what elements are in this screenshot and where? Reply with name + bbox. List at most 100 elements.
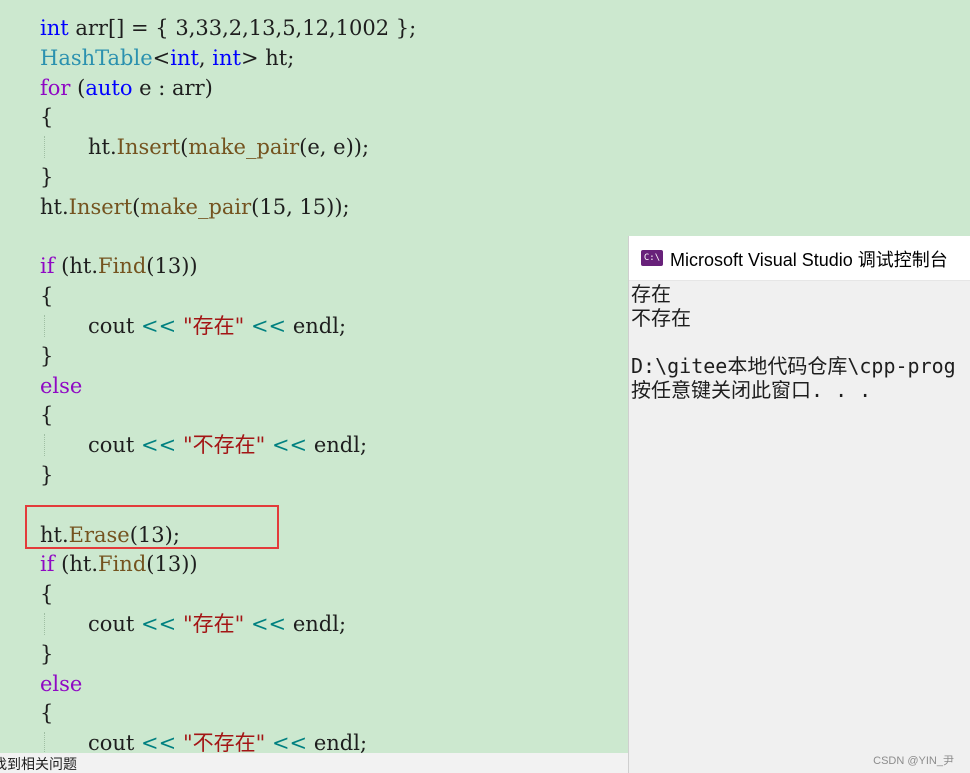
watermark: CSDN @YIN_尹 [873,755,954,767]
code-token: } [40,463,54,487]
code-token: for [40,75,71,100]
code-token: Find [98,552,147,577]
code-line[interactable]: { [40,579,53,609]
code-token: << [250,314,287,338]
code-token: else [40,373,83,398]
code-token: < [152,45,171,70]
code-line[interactable]: } [40,639,53,669]
console-line: D:\gitee本地代码仓库\cpp-prog [631,354,956,378]
code-token: (15, 15)); [251,194,350,219]
code-token: { [40,403,54,428]
code-token: endl; [307,731,368,753]
code-line[interactable]: else [40,669,82,699]
code-line[interactable]: cout << "不存在" << endl; [40,728,367,753]
console-output[interactable]: 存在 不存在 D:\gitee本地代码仓库\cpp-prog 按任意键关闭此窗口. .… [631,282,970,402]
code-line[interactable]: } [40,162,53,192]
code-line[interactable]: cout << "存在" << endl; [40,311,346,341]
code-token: auto [85,75,133,100]
console-line: 不存在 [631,306,691,330]
code-token: (13)) [146,552,198,577]
code-token: "不存在" [182,731,266,753]
code-line[interactable]: if (ht.Find(13)) [40,549,198,579]
code-line[interactable]: else [40,371,82,401]
code-line[interactable]: cout << "不存在" << endl; [40,430,367,460]
code-line[interactable]: HashTable<int, int> ht; [40,43,294,73]
code-token: (ht. [54,254,99,279]
code-line[interactable]: ht.Insert(make_pair(15, 15)); [40,192,350,222]
code-line[interactable]: for (auto e : arr) [40,73,213,103]
code-token: ht. [40,194,69,219]
debug-console-window[interactable]: C:\ Microsoft Visual Studio 调试控制台 存在 不存在 D… [628,236,970,773]
code-token: { [40,582,54,607]
code-line[interactable]: if (ht.Find(13)) [40,251,198,281]
code-token: int [170,45,199,70]
code-token: HashTable [40,45,153,70]
code-token: if [40,254,55,279]
indent-guide [44,613,45,635]
console-app-icon: C:\ [641,250,663,266]
console-title: Microsoft Visual Studio 调试控制台 [670,250,948,270]
code-line[interactable]: int arr[] = { 3,33,2,13,5,12,1002 }; [40,13,416,43]
code-token: ( [70,75,86,100]
code-token: << [141,612,177,636]
code-token: "存在" [182,314,245,338]
code-token: Insert [68,194,133,219]
code-line[interactable]: { [40,281,53,311]
code-token: << [271,731,308,753]
code-token: << [141,731,177,753]
code-token: make_pair [140,194,252,219]
code-line[interactable]: } [40,460,53,490]
code-token: } [40,343,54,368]
code-token: "存在" [182,612,245,636]
code-token: } [40,165,54,189]
code-token: endl; [307,433,368,458]
code-token: << [141,433,177,458]
code-token: } [40,641,54,666]
indent-guide [44,732,45,753]
code-token: "不存在" [182,433,266,458]
code-token: { [40,105,54,130]
code-line[interactable]: } [40,341,53,371]
code-token: << [250,612,287,636]
code-token: cout [88,314,142,338]
code-token: int [212,45,241,70]
code-line[interactable]: { [40,698,53,728]
indent-guide [44,136,45,158]
status-text: 找到相关问题 [0,756,77,772]
code-line[interactable]: { [40,102,53,132]
code-token: { [40,284,54,309]
code-token: arr[] = { 3,33,2,13,5,12,1002 }; [68,16,417,40]
console-line: 存在 [631,282,671,306]
console-titlebar[interactable]: C:\ Microsoft Visual Studio 调试控制台 [629,236,970,281]
code-token: int [40,16,69,40]
code-line[interactable]: ht.Insert(make_pair(e, e)); [40,132,369,162]
code-token: Find [98,254,147,279]
code-token: make_pair [188,135,300,160]
code-token: (ht. [54,552,99,577]
code-token: else [40,671,83,696]
code-token: endl; [286,612,347,636]
code-token: cout [88,612,142,636]
code-token: ht. [88,135,117,160]
indent-guide [44,434,45,456]
code-token: << [271,433,308,458]
code-token: > ht; [240,45,295,70]
code-token: cout [88,433,142,458]
code-token: (e, e)); [299,135,370,160]
code-line[interactable]: { [40,400,53,430]
code-token: << [141,314,177,338]
highlight-box [25,505,279,549]
code-line[interactable]: cout << "存在" << endl; [40,609,346,639]
indent-guide [44,315,45,337]
code-token: e : arr) [132,75,213,100]
code-token: , [198,45,213,70]
